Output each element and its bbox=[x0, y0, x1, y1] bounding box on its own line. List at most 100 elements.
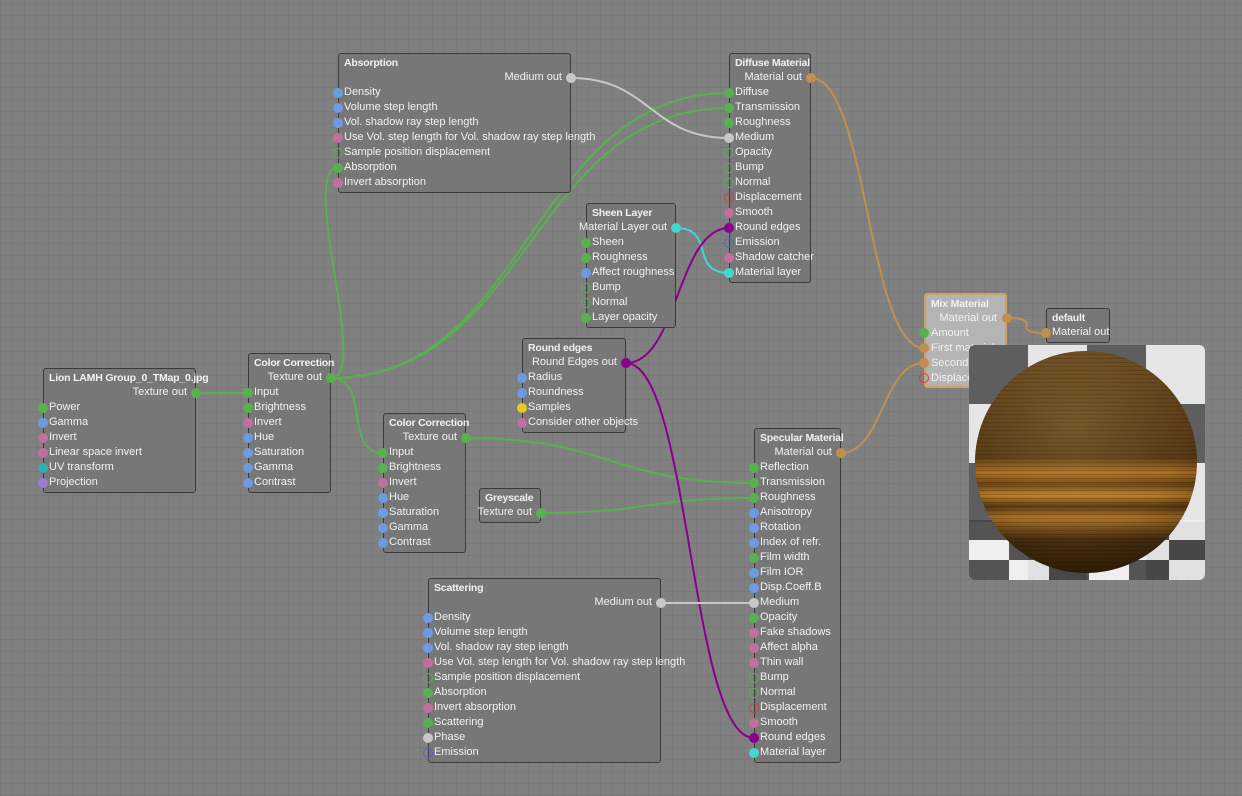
input-port[interactable] bbox=[919, 343, 929, 353]
input-port[interactable] bbox=[333, 178, 343, 188]
input-port[interactable] bbox=[38, 418, 48, 428]
input-port[interactable] bbox=[378, 538, 388, 548]
input-port[interactable] bbox=[749, 673, 759, 683]
input-port[interactable] bbox=[333, 133, 343, 143]
wire-cc1-to-absorption[interactable] bbox=[324, 167, 345, 379]
input-port[interactable] bbox=[749, 493, 759, 503]
input-port[interactable] bbox=[919, 358, 929, 368]
input-port[interactable] bbox=[423, 628, 433, 638]
wire-cc1-to-cc2[interactable] bbox=[330, 377, 384, 454]
node-absorption[interactable]: Absorption Medium out Density Volume step l… bbox=[338, 53, 595, 193]
input-port[interactable] bbox=[378, 508, 388, 518]
input-port[interactable] bbox=[423, 643, 433, 653]
input-port[interactable] bbox=[243, 418, 253, 428]
input-port[interactable] bbox=[243, 403, 253, 413]
input-port[interactable] bbox=[724, 148, 734, 158]
wire-diffuse-to-mix[interactable] bbox=[810, 77, 925, 349]
input-port[interactable] bbox=[749, 643, 759, 653]
input-port[interactable] bbox=[517, 403, 527, 413]
input-port[interactable] bbox=[423, 613, 433, 623]
output-port[interactable] bbox=[566, 73, 576, 83]
input-port[interactable] bbox=[38, 433, 48, 443]
input-port[interactable] bbox=[333, 88, 343, 98]
input-port[interactable] bbox=[423, 658, 433, 668]
input-port[interactable] bbox=[749, 538, 759, 548]
input-port[interactable] bbox=[38, 478, 48, 488]
input-port[interactable] bbox=[517, 388, 527, 398]
node-diffuse[interactable]: Diffuse Material Material out Diffuse Trans… bbox=[729, 53, 814, 283]
input-port[interactable] bbox=[423, 673, 433, 683]
input-port[interactable] bbox=[517, 373, 527, 383]
input-port[interactable] bbox=[378, 463, 388, 473]
input-port[interactable] bbox=[581, 313, 591, 323]
input-port[interactable] bbox=[378, 448, 388, 458]
wire-absorption-to-diffuse[interactable] bbox=[570, 77, 730, 139]
input-port[interactable] bbox=[919, 328, 929, 338]
input-port[interactable] bbox=[919, 373, 929, 383]
input-port[interactable] bbox=[724, 118, 734, 128]
input-port[interactable] bbox=[581, 253, 591, 263]
output-port[interactable] bbox=[836, 448, 846, 458]
output-port[interactable] bbox=[656, 598, 666, 608]
node-default[interactable]: default Material out bbox=[1046, 308, 1110, 343]
input-port[interactable] bbox=[724, 193, 734, 203]
input-port[interactable] bbox=[581, 298, 591, 308]
wire-sheen-to-diffuse[interactable] bbox=[675, 227, 730, 274]
input-port[interactable] bbox=[749, 613, 759, 623]
input-port[interactable] bbox=[581, 238, 591, 248]
node-greyscale[interactable]: Greyscale Texture out bbox=[478, 488, 541, 523]
input-port[interactable] bbox=[749, 598, 759, 608]
input-port[interactable] bbox=[333, 163, 343, 173]
input-port[interactable] bbox=[749, 748, 759, 758]
input-port[interactable] bbox=[378, 493, 388, 503]
input-port[interactable] bbox=[333, 118, 343, 128]
output-port[interactable] bbox=[671, 223, 681, 233]
input-port[interactable] bbox=[423, 718, 433, 728]
input-port[interactable] bbox=[38, 463, 48, 473]
input-port[interactable] bbox=[243, 463, 253, 473]
input-port[interactable] bbox=[378, 523, 388, 533]
output-port[interactable] bbox=[536, 508, 546, 518]
input-port[interactable] bbox=[749, 568, 759, 578]
input-port[interactable] bbox=[724, 163, 734, 173]
input-port[interactable] bbox=[581, 268, 591, 278]
node-roundedges[interactable]: Round edges Round Edges out Radius Roundnes… bbox=[522, 338, 638, 433]
node-lion[interactable]: Lion LAMH Group_0_TMap_0.jpg Texture out P… bbox=[43, 368, 209, 493]
input-port[interactable] bbox=[423, 703, 433, 713]
output-port[interactable] bbox=[191, 388, 201, 398]
input-port[interactable] bbox=[243, 478, 253, 488]
input-port[interactable] bbox=[517, 418, 527, 428]
input-port[interactable] bbox=[581, 283, 591, 293]
input-port[interactable] bbox=[749, 463, 759, 473]
output-port[interactable] bbox=[806, 73, 816, 83]
input-port[interactable] bbox=[38, 448, 48, 458]
input-port[interactable] bbox=[749, 523, 759, 533]
input-port[interactable] bbox=[749, 508, 759, 518]
wire-cc2-to-specular[interactable] bbox=[465, 437, 755, 484]
input-port[interactable] bbox=[724, 253, 734, 263]
input-port[interactable] bbox=[749, 658, 759, 668]
input-port[interactable] bbox=[423, 748, 433, 758]
input-port[interactable] bbox=[724, 238, 734, 248]
wire-specular-to-mix[interactable] bbox=[840, 362, 925, 454]
input-port[interactable] bbox=[724, 223, 734, 233]
node-cc2[interactable]: Color Correction Texture out Input Brightne… bbox=[383, 413, 469, 553]
output-port[interactable] bbox=[1002, 313, 1012, 323]
input-port[interactable] bbox=[749, 688, 759, 698]
input-port[interactable] bbox=[333, 103, 343, 113]
input-port[interactable] bbox=[724, 268, 734, 278]
input-port[interactable] bbox=[749, 718, 759, 728]
input-port[interactable] bbox=[749, 583, 759, 593]
input-port[interactable] bbox=[749, 553, 759, 563]
wire-greyscale-to-specular[interactable] bbox=[540, 497, 755, 514]
input-port[interactable] bbox=[749, 733, 759, 743]
output-port[interactable] bbox=[461, 433, 471, 443]
input-port[interactable] bbox=[378, 478, 388, 488]
input-port[interactable] bbox=[243, 433, 253, 443]
input-port[interactable] bbox=[724, 178, 734, 188]
input-port[interactable] bbox=[749, 628, 759, 638]
node-scattering[interactable]: Scattering Medium out Density Volume step l… bbox=[428, 578, 685, 763]
input-port[interactable] bbox=[724, 88, 734, 98]
node-sheen[interactable]: Sheen Layer Material Layer out Sheen Roughn… bbox=[579, 203, 676, 328]
input-port[interactable] bbox=[243, 388, 253, 398]
